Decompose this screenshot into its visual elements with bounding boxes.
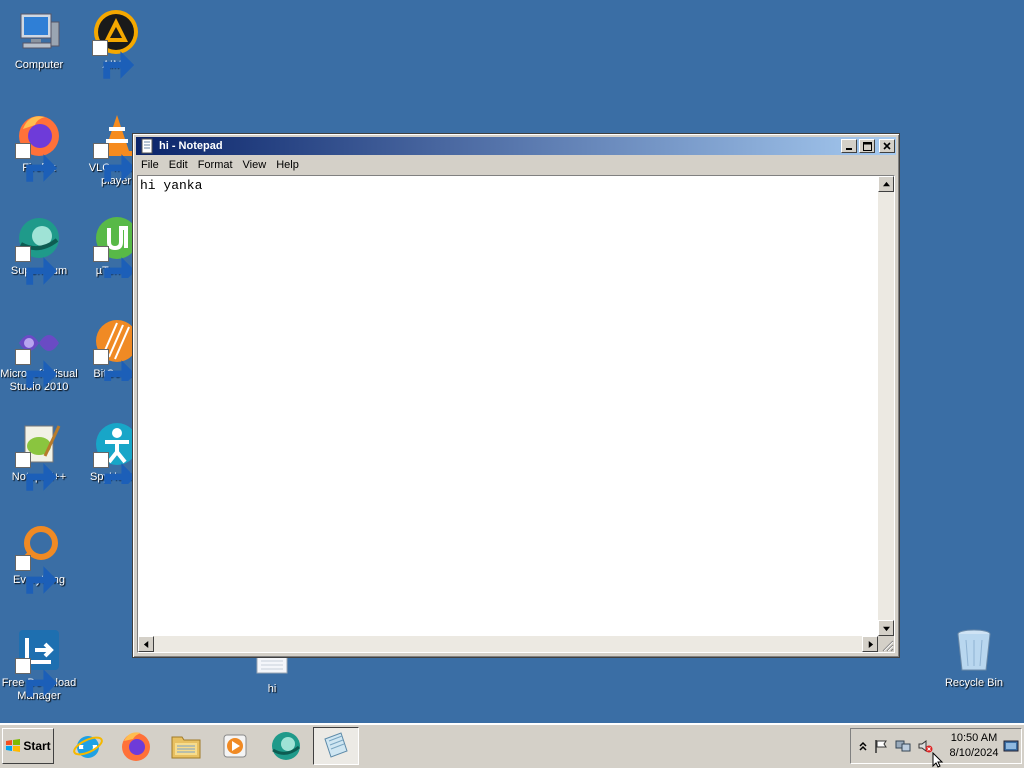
- arrow-right-icon: [868, 640, 873, 648]
- shortcut-arrow-icon: [93, 349, 133, 381]
- desktop-icon-visual-studio[interactable]: Microsoft Visual Studio 2010: [0, 317, 78, 394]
- desktop-icon-free-download-manager[interactable]: Free Download Manager: [0, 626, 78, 703]
- shortcut-arrow-icon: [15, 658, 58, 697]
- show-desktop-icon: [1003, 740, 1019, 752]
- network-icon: [895, 740, 911, 752]
- start-label: Start: [23, 739, 51, 753]
- taskbar-app-internet-explorer[interactable]: [65, 727, 111, 765]
- internet-explorer-icon: [73, 736, 103, 758]
- horizontal-scrollbar[interactable]: [138, 636, 878, 652]
- close-button[interactable]: [879, 139, 895, 153]
- shortcut-arrow-icon: [93, 452, 133, 484]
- menu-format[interactable]: Format: [193, 159, 238, 171]
- text-editor[interactable]: hi yanka: [137, 175, 895, 653]
- show-desktop-button[interactable]: [1003, 738, 1019, 754]
- scroll-up-button[interactable]: [878, 176, 894, 192]
- minimize-button[interactable]: [841, 139, 857, 153]
- scroll-right-button[interactable]: [862, 636, 878, 652]
- desktop-icon-everything[interactable]: Everything: [0, 523, 78, 594]
- editor-content[interactable]: hi yanka: [140, 178, 202, 193]
- arrow-down-icon: [882, 626, 890, 631]
- arrow-up-icon: [882, 181, 890, 186]
- action-center-flag[interactable]: [873, 738, 889, 754]
- vertical-scrollbar[interactable]: [878, 176, 894, 636]
- computer-icon: [20, 13, 60, 49]
- title-bar[interactable]: hi - Notepad: [136, 137, 896, 155]
- media-player-icon: [223, 734, 247, 758]
- volume-muted-icon: [918, 740, 933, 753]
- windows-logo-icon: [6, 739, 21, 752]
- maximize-button[interactable]: [859, 139, 875, 153]
- taskbar-app-file-explorer[interactable]: [163, 727, 209, 765]
- desktop-icon-computer[interactable]: Computer: [0, 8, 78, 72]
- text-file-icon: [256, 656, 288, 674]
- notepad-icon: [324, 732, 348, 758]
- shortcut-arrow-icon: [15, 246, 58, 285]
- shortcut-arrow-icon: [15, 555, 58, 594]
- desktop-icon-vlc[interactable]: VLC media player: [77, 111, 133, 188]
- scroll-left-button[interactable]: [138, 636, 154, 652]
- start-button[interactable]: Start: [2, 728, 54, 764]
- menu-view[interactable]: View: [238, 159, 272, 171]
- shortcut-arrow-icon: [93, 246, 133, 278]
- firefox-icon: [122, 732, 150, 761]
- clock-time: 10:50 AM: [950, 732, 998, 744]
- menu-file[interactable]: File: [136, 159, 164, 171]
- menu-edit[interactable]: Edit: [164, 159, 193, 171]
- desktop-icon-supermium[interactable]: Supermium: [0, 214, 78, 285]
- window-title: hi - Notepad: [159, 140, 223, 152]
- shortcut-arrow-icon: [15, 452, 58, 491]
- menu-bar: File Edit Format View Help: [136, 156, 896, 174]
- notepad-icon: [141, 138, 153, 154]
- shortcut-arrow-icon: [15, 349, 58, 388]
- notepad-window[interactable]: hi - Notepad File Edit Format View Help …: [132, 133, 900, 658]
- desktop-icon-label: Recycle Bin: [944, 677, 1004, 689]
- clock-date: 8/10/2024: [949, 747, 999, 759]
- shortcut-arrow-icon: [15, 143, 58, 182]
- desktop-icon-label: hi: [267, 683, 277, 695]
- taskbar-app-firefox[interactable]: [113, 727, 159, 765]
- desktop-icon-aimp[interactable]: AIMP: [77, 8, 155, 79]
- desktop-icon-notepadpp[interactable]: Notepad++: [0, 420, 78, 491]
- volume-tray-icon[interactable]: [917, 738, 933, 754]
- clock[interactable]: 10:50 AM 8/10/2024: [945, 731, 1003, 761]
- scroll-down-button[interactable]: [878, 620, 894, 636]
- desktop-icon-recycle-bin[interactable]: Recycle Bin: [935, 626, 1013, 690]
- desktop-icon-bitcomet[interactable]: BitComet: [77, 317, 133, 381]
- desktop-icon-hi-file[interactable]: hi: [233, 656, 311, 696]
- recycle-bin-icon: [957, 629, 991, 671]
- desktop-icon-firefox[interactable]: Firefox: [0, 111, 78, 182]
- taskbar-app-media-player[interactable]: [212, 727, 258, 765]
- flag-icon: [875, 740, 887, 753]
- desktop-icon-label: Computer: [14, 59, 64, 71]
- taskbar-app-notepad[interactable]: [313, 727, 359, 765]
- chevron-up-icon: [859, 741, 867, 751]
- maximize-icon: [862, 141, 872, 151]
- taskbar: Start 10:50 AM 8/10/2024: [0, 723, 1024, 768]
- mouse-cursor-icon: [932, 752, 944, 768]
- show-hidden-icons-button[interactable]: [855, 738, 871, 754]
- arrow-left-icon: [143, 640, 148, 648]
- menu-help[interactable]: Help: [271, 159, 304, 171]
- network-tray-icon[interactable]: [895, 738, 911, 754]
- folder-icon: [171, 736, 201, 759]
- supermium-icon: [272, 732, 300, 760]
- shortcut-arrow-icon: [93, 143, 133, 182]
- resize-grip-icon: [882, 640, 894, 652]
- taskbar-app-supermium[interactable]: [263, 727, 309, 765]
- desktop-icon-spyhunter[interactable]: SpyHunter: [77, 420, 133, 484]
- desktop-icon-utorrent[interactable]: µTorrent: [77, 214, 133, 278]
- minimize-icon: [846, 148, 852, 150]
- close-icon: [883, 142, 891, 150]
- shortcut-arrow-icon: [92, 40, 135, 79]
- resize-grip[interactable]: [878, 636, 894, 652]
